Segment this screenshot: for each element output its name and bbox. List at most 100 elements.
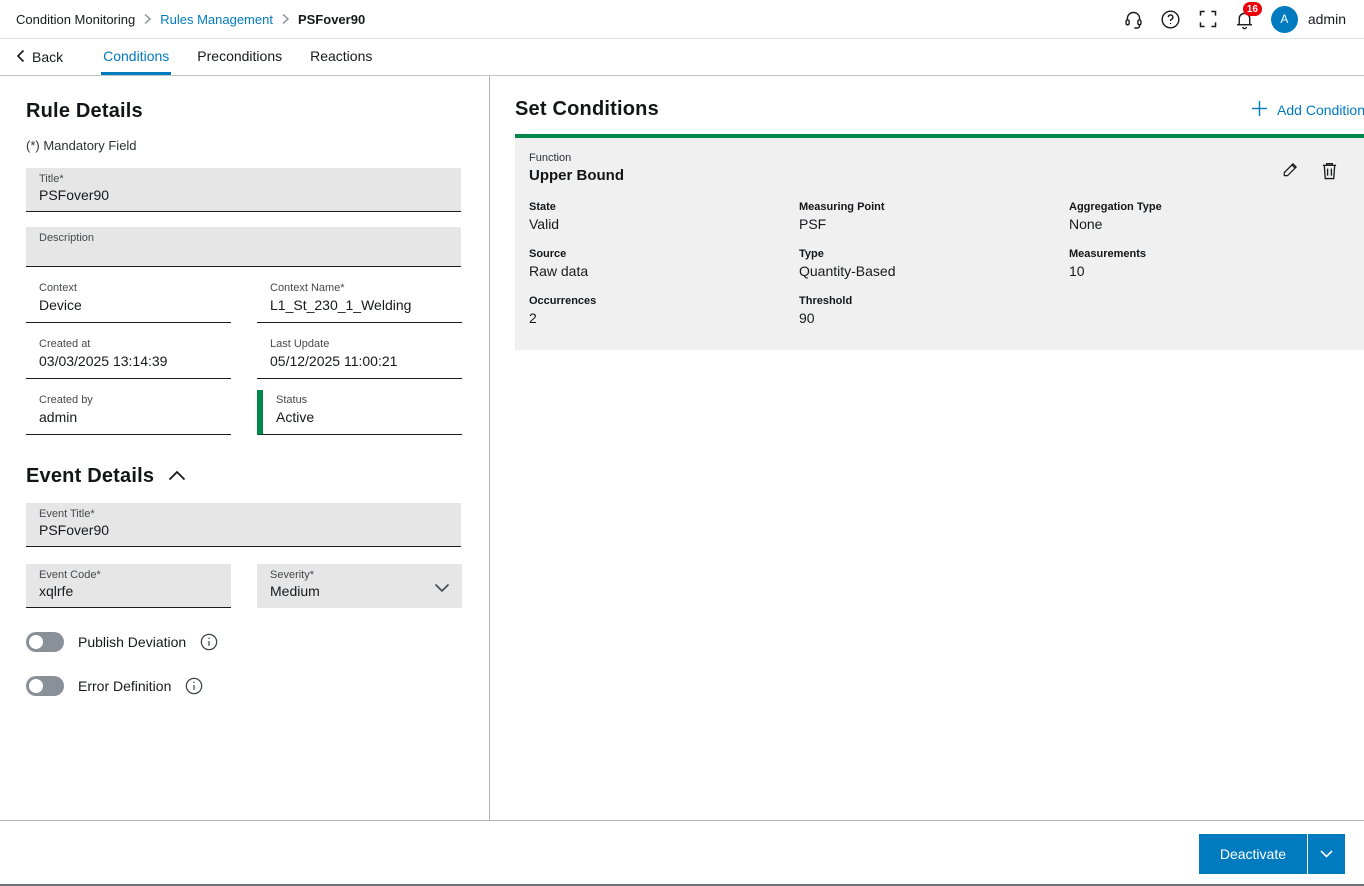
tab-reactions[interactable]: Reactions [308,39,374,75]
condition-field-value: None [1069,216,1339,232]
description-field[interactable]: Description [26,227,461,267]
last-update-field-value: 05/12/2025 11:00:21 [270,353,462,369]
breadcrumb-item-current-rule: PSFover90 [298,12,365,27]
severity-select-value: Medium [270,583,449,600]
condition-field-label: Aggregation Type [1069,201,1339,213]
error-definition-info-icon[interactable] [185,677,203,695]
publish-deviation-row: Publish Deviation [26,632,461,652]
user-avatar[interactable]: A [1271,6,1298,33]
mandatory-field-note: (*) Mandatory Field [26,138,461,153]
author-status-row: Created by admin Status Active [26,379,461,435]
status-field-label: Status [276,394,462,406]
severity-select[interactable]: Severity* Medium [257,564,462,608]
condition-field-measuring-point: Measuring Point PSF [799,201,1069,232]
condition-field-state: State Valid [529,201,799,232]
chevron-right-icon [143,13,152,25]
created-at-field-label: Created at [39,338,231,350]
condition-field-value: Quantity-Based [799,263,1069,279]
collapse-event-details-button[interactable] [168,468,186,486]
description-field-value [39,246,448,263]
condition-field-occurrences: Occurrences 2 [529,295,799,326]
fullscreen-icon[interactable] [1197,8,1219,30]
status-field-value: Active [276,409,462,425]
context-row: Context Device Context Name* L1_St_230_1… [26,267,461,323]
top-bar: Condition Monitoring Rules Management PS… [0,0,1364,39]
condition-field-label: Source [529,248,799,260]
tab-preconditions[interactable]: Preconditions [195,39,284,75]
top-bar-actions: 16 A admin [1123,6,1346,33]
event-code-field[interactable]: Event Code* xqlrfe [26,564,231,608]
context-name-field: Context Name* L1_St_230_1_Welding [257,278,462,323]
set-conditions-header: Set Conditions Add Condition [515,98,1364,121]
error-definition-toggle[interactable] [26,676,64,696]
breadcrumb-item-condition-monitoring[interactable]: Condition Monitoring [16,12,135,27]
context-field: Context Device [26,278,231,323]
help-icon[interactable] [1160,8,1182,30]
deactivate-button[interactable]: Deactivate [1199,834,1307,874]
publish-deviation-toggle[interactable] [26,632,64,652]
event-details-title: Event Details [26,465,154,488]
add-condition-label: Add Condition [1277,102,1364,118]
plus-icon [1251,100,1268,120]
error-definition-row: Error Definition [26,676,461,696]
context-field-label: Context [39,282,231,294]
error-definition-label: Error Definition [78,678,171,694]
set-conditions-panel: Set Conditions Add Condition Function Up… [490,76,1364,820]
condition-field-threshold: Threshold 90 [799,295,1069,326]
context-field-value: Device [39,297,231,313]
condition-field-type: Type Quantity-Based [799,248,1069,279]
last-update-field: Last Update 05/12/2025 11:00:21 [257,334,462,379]
add-condition-button[interactable]: Add Condition [1251,100,1364,120]
set-conditions-title: Set Conditions [515,98,659,121]
back-button[interactable]: Back [16,39,71,75]
function-label: Function [529,152,624,164]
deactivate-dropdown-button[interactable] [1307,834,1345,874]
condition-field-label: Measuring Point [799,201,1069,213]
condition-field-label: State [529,201,799,213]
app-window: Condition Monitoring Rules Management PS… [0,0,1364,886]
condition-field-label: Type [799,248,1069,260]
user-name[interactable]: admin [1308,11,1346,27]
description-field-label: Description [39,232,448,244]
support-headset-icon[interactable] [1123,8,1145,30]
condition-field-value: Valid [529,216,799,232]
function-value: Upper Bound [529,167,624,184]
condition-card: Function Upper Bound [515,134,1364,350]
back-button-label: Back [32,49,63,65]
publish-deviation-info-icon[interactable] [200,633,218,651]
last-update-field-label: Last Update [270,338,462,350]
rule-details-panel: Rule Details (*) Mandatory Field Title* … [0,76,490,820]
chevron-down-icon [1320,846,1333,861]
breadcrumb: Condition Monitoring Rules Management PS… [16,12,365,27]
context-name-field-value: L1_St_230_1_Welding [270,297,462,313]
event-details-header: Event Details [26,465,461,488]
toggle-knob [29,635,43,649]
delete-condition-trash-icon[interactable] [1319,160,1339,180]
event-title-field[interactable]: Event Title* PSFover90 [26,503,461,547]
notifications-bell-icon[interactable]: 16 [1234,8,1256,30]
created-by-field-label: Created by [39,394,231,406]
condition-field-label: Threshold [799,295,1069,307]
event-code-field-label: Event Code* [39,569,218,581]
notification-count-badge: 16 [1243,2,1262,16]
condition-card-grid: State Valid Measuring Point PSF Aggregat… [529,201,1339,326]
title-field[interactable]: Title* PSFover90 [26,168,461,212]
condition-field-source: Source Raw data [529,248,799,279]
condition-field-label: Occurrences [529,295,799,307]
action-footer: Deactivate [0,820,1364,886]
publish-deviation-label: Publish Deviation [78,634,186,650]
chevron-right-icon [281,13,290,25]
content-area: Rule Details (*) Mandatory Field Title* … [0,76,1364,820]
toggle-knob [29,679,43,693]
condition-function: Function Upper Bound [529,152,624,184]
created-at-field: Created at 03/03/2025 13:14:39 [26,334,231,379]
tab-conditions[interactable]: Conditions [101,39,171,75]
edit-condition-pencil-icon[interactable] [1280,160,1300,180]
condition-card-actions [1280,160,1339,180]
rule-details-title: Rule Details [26,100,461,123]
title-field-label: Title* [39,173,448,185]
condition-field-value: 10 [1069,263,1339,279]
breadcrumb-item-rules-management[interactable]: Rules Management [160,12,273,27]
condition-field-label: Measurements [1069,248,1339,260]
condition-card-head: Function Upper Bound [529,152,1339,184]
